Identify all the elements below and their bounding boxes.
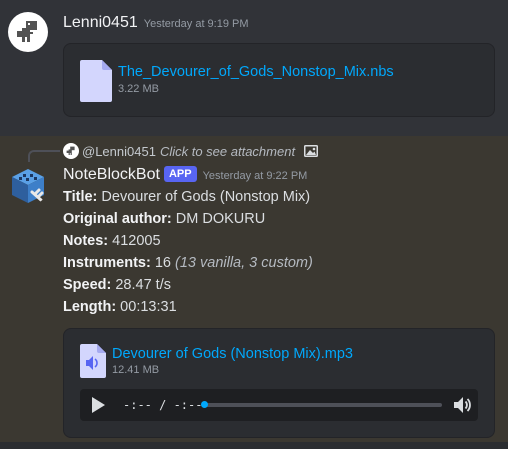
field-instruments: Instruments: 16 (13 vanilla, 3 custom) xyxy=(63,255,313,271)
note-block-icon xyxy=(12,169,44,203)
seek-handle[interactable] xyxy=(201,401,208,408)
avatar-noteblockbot[interactable] xyxy=(8,166,48,206)
field-value: DM DOKURU xyxy=(171,211,266,227)
field-length: Length: 00:13:31 xyxy=(63,299,177,315)
field-value: Devourer of Gods (Nonstop Mix) xyxy=(97,189,311,205)
file-document-icon xyxy=(80,60,112,102)
volume-icon[interactable] xyxy=(452,395,472,415)
reply-reference[interactable]: @Lenni0451 Click to see attachment xyxy=(63,143,319,159)
field-label: Instruments: xyxy=(63,255,151,271)
field-notes: Notes: 412005 xyxy=(63,233,161,249)
reply-connector xyxy=(28,150,60,162)
author-name[interactable]: Lenni0451 xyxy=(63,14,138,31)
field-value: 28.47 t/s xyxy=(111,277,171,293)
field-label: Notes: xyxy=(63,233,109,249)
audio-player: -:-- / -:-- xyxy=(80,389,478,421)
timestamp: Yesterday at 9:19 PM xyxy=(143,18,249,30)
app-badge: APP xyxy=(163,166,197,182)
field-extra: (13 vanilla, 3 custom) xyxy=(175,255,313,271)
dino-icon xyxy=(66,146,75,155)
reply-avatar xyxy=(63,143,79,159)
field-label: Speed: xyxy=(63,277,112,293)
audio-attachment: Devourer of Gods (Nonstop Mix).mp3 12.41… xyxy=(63,328,495,438)
audio-file-size: 12.41 MB xyxy=(112,364,160,376)
image-icon xyxy=(303,145,318,157)
audio-file-icon xyxy=(80,344,106,378)
dino-icon xyxy=(17,21,37,42)
play-icon[interactable] xyxy=(89,396,107,414)
avatar-lenni0451[interactable] xyxy=(8,12,48,52)
field-value: 412005 xyxy=(108,233,161,249)
field-value: 00:13:31 xyxy=(116,299,177,315)
field-speed: Speed: 28.47 t/s xyxy=(63,277,171,293)
audio-file-link[interactable]: Devourer of Gods (Nonstop Mix).mp3 xyxy=(112,346,353,362)
reply-author[interactable]: @Lenni0451 xyxy=(82,144,156,159)
message-lenni0451: Lenni0451 Yesterday at 9:19 PM The_Devour… xyxy=(0,0,508,128)
field-original-author: Original author: DM DOKURU xyxy=(63,211,265,227)
field-label: Original author: xyxy=(63,211,172,227)
field-value: 16 xyxy=(150,255,176,271)
field-label: Length: xyxy=(63,299,117,315)
bottom-divider xyxy=(0,442,508,449)
field-label: Title: xyxy=(63,189,98,205)
reply-text[interactable]: Click to see attachment xyxy=(160,144,295,159)
file-size: 3.22 MB xyxy=(118,83,159,95)
file-attachment-nbs: The_Devourer_of_Gods_Nonstop_Mix.nbs 3.2… xyxy=(63,43,495,117)
timestamp: Yesterday at 9:22 PM xyxy=(202,170,308,182)
author-name[interactable]: NoteBlockBot xyxy=(63,166,160,183)
field-title: Title: Devourer of Gods (Nonstop Mix) xyxy=(63,189,310,205)
file-link[interactable]: The_Devourer_of_Gods_Nonstop_Mix.nbs xyxy=(118,64,394,80)
playback-time: -:-- / -:-- xyxy=(123,398,203,412)
seek-bar[interactable] xyxy=(201,401,442,408)
